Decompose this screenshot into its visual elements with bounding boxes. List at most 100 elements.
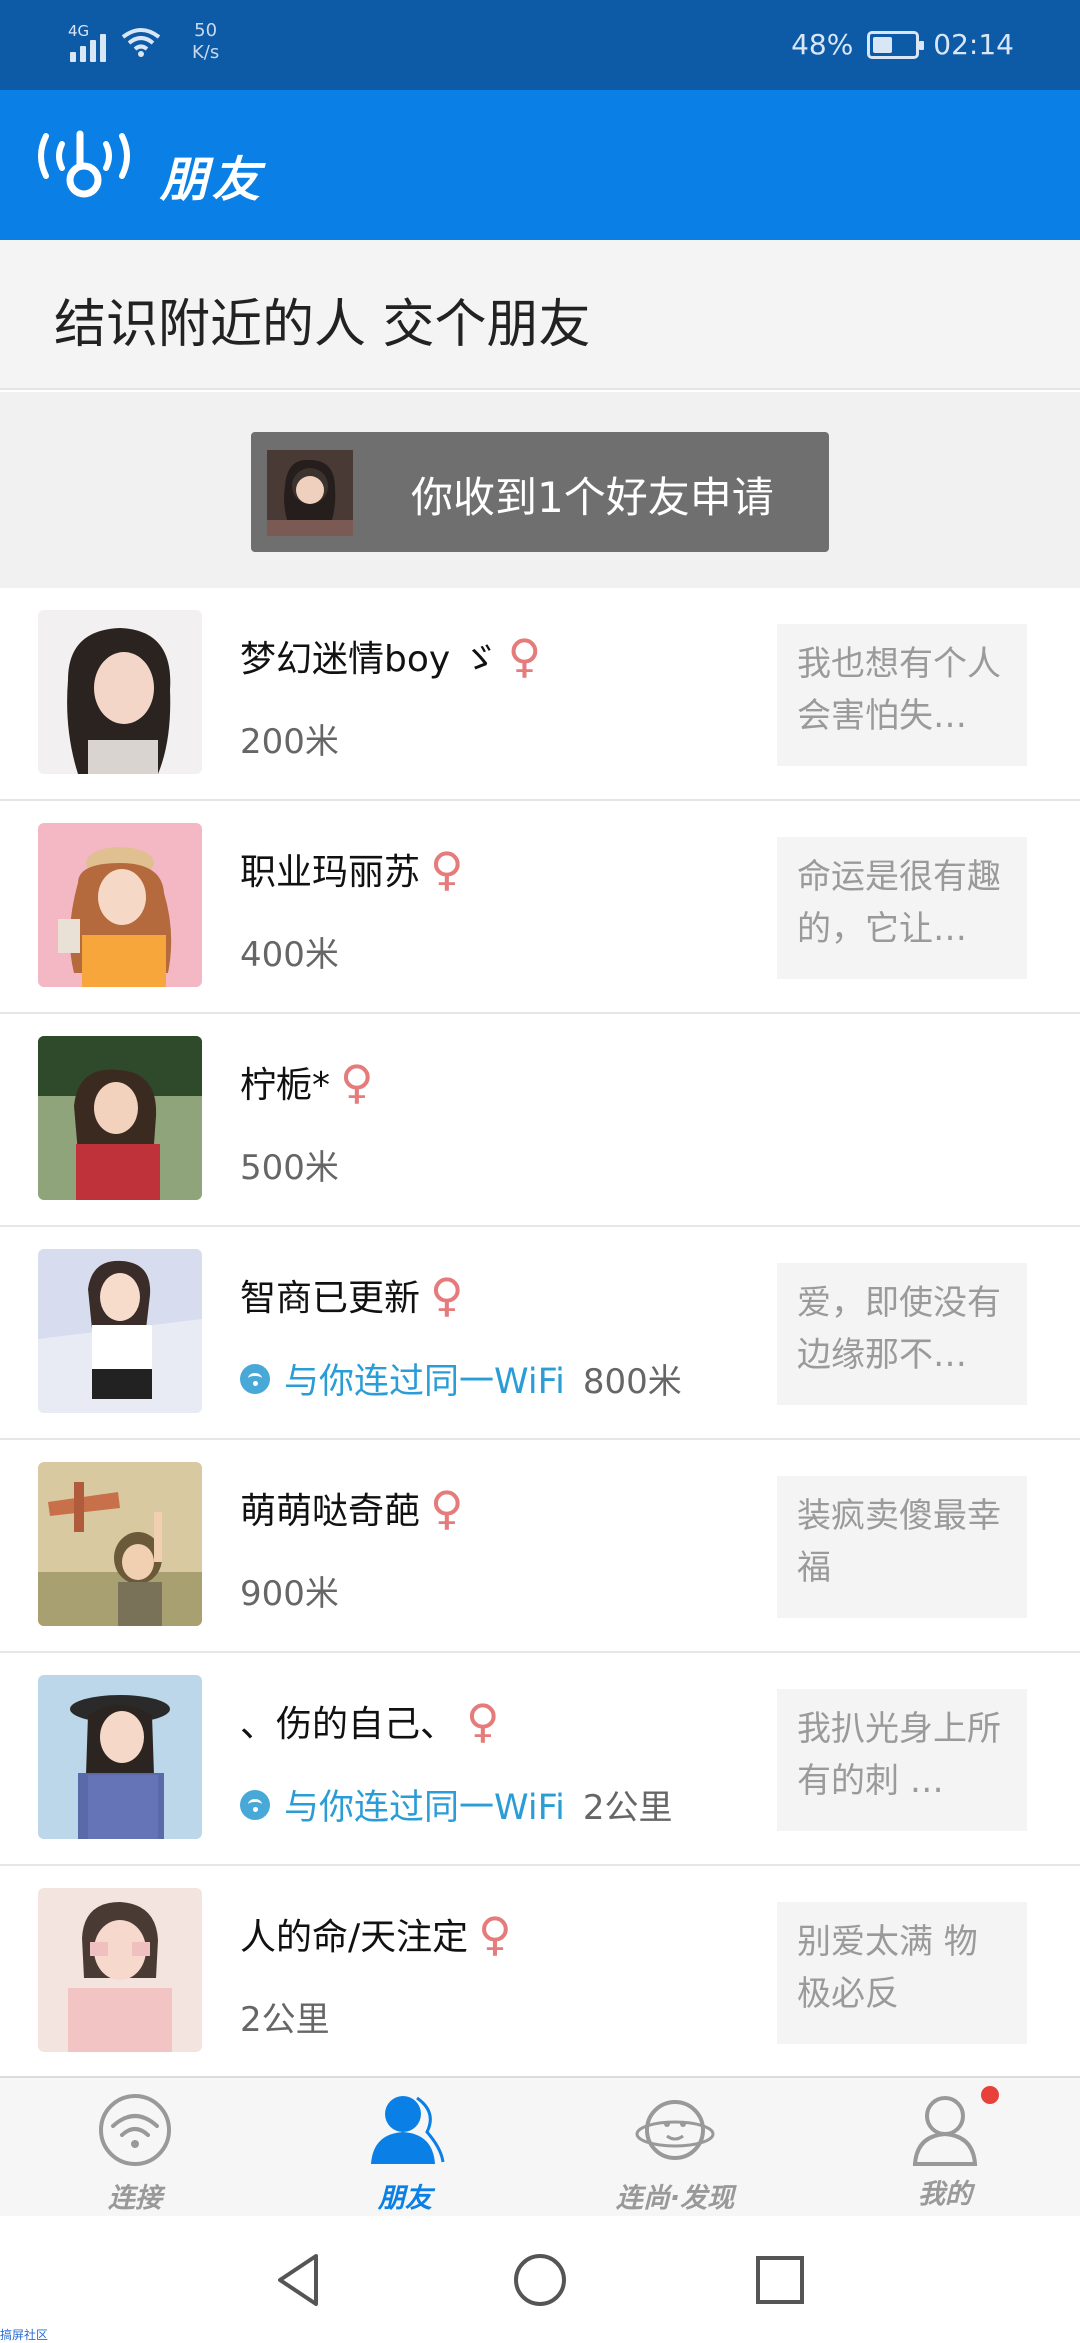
female-icon: ♀ (507, 629, 542, 683)
wifi-icon (99, 2094, 171, 2166)
female-icon: ♀ (430, 1268, 464, 1322)
person-name: 职业玛丽苏 (240, 852, 421, 893)
signature-bubble: 我扒光身上所有的刺 … (777, 1689, 1027, 1831)
person-name: 柠栀* (240, 1065, 331, 1106)
name-line: 智商已更新 ♀ (240, 1269, 464, 1321)
same-wifi-tag: 与你连过同一WiFi (240, 1353, 565, 1404)
same-wifi-tag: 与你连过同一WiFi (240, 1779, 565, 1830)
tab-discover[interactable]: 连尚·发现 (575, 2092, 775, 2214)
distance: 200米 (240, 722, 339, 762)
avatar[interactable] (38, 1675, 202, 1839)
tab-me[interactable]: 我的 (845, 2086, 1045, 2212)
female-icon: ♀ (430, 842, 464, 896)
person-row[interactable]: 、伤的自己、 ♀ 与你连过同一WiFi 2公里 我扒光身上所有的刺 … (0, 1653, 1080, 1866)
person-row[interactable]: 智商已更新 ♀ 与你连过同一WiFi 800米 爱，即使没有边缘那不… (0, 1227, 1080, 1440)
avatar[interactable] (38, 1249, 202, 1413)
wifi-status-icon (121, 28, 161, 57)
tab-label: 我的 (918, 2179, 972, 2210)
avatar[interactable] (38, 823, 202, 987)
intro-banner: 结识附近的人 交个朋友 (0, 240, 1080, 390)
friend-request-area: 你收到1个好友申请 (0, 392, 1080, 588)
name-line: 人的命/天注定 ♀ (240, 1908, 512, 1960)
person-row[interactable]: 梦幻迷情boy ゞ ♀ 200米 我也想有个人会害怕失… (0, 588, 1080, 801)
meta-line: 与你连过同一WiFi 800米 (240, 1353, 682, 1404)
request-avatar (267, 450, 353, 536)
meta-line: 900米 (240, 1566, 339, 1615)
female-icon: ♀ (466, 1694, 500, 1748)
distance: 900米 (240, 1574, 339, 1614)
network-type: 4G (68, 22, 90, 40)
avatar[interactable] (38, 1036, 202, 1200)
person-row[interactable]: 萌萌哒奇葩 ♀ 900米 装疯卖傻最幸福 (0, 1440, 1080, 1653)
wifi-badge-icon (240, 1789, 270, 1820)
signature-bubble: 装疯卖傻最幸福 (777, 1476, 1027, 1618)
status-bar: 4G 50 K/s 48% 02:14 (0, 0, 1080, 90)
watermark: 搞屏社区 (0, 2328, 49, 2342)
signal-icon: 4G (68, 22, 106, 62)
avatar[interactable] (38, 610, 202, 774)
bottom-nav: 连接 朋友 连尚·发现 我的 (0, 2076, 1080, 2216)
name-line: 萌萌哒奇葩 ♀ (240, 1482, 464, 1534)
clock: 02:14 (933, 28, 1014, 61)
name-line: 梦幻迷情boy ゞ ♀ (240, 630, 541, 682)
meta-line: 200米 (240, 714, 339, 763)
network-speed: 50 K/s (192, 20, 220, 63)
person-name: 智商已更新 (240, 1278, 421, 1319)
female-icon: ♀ (430, 1481, 464, 1535)
friend-request-label: 你收到1个好友申请 (411, 473, 774, 522)
intro-text: 结识附近的人 交个朋友 (54, 295, 591, 355)
same-wifi-label: 与你连过同一WiFi (284, 1788, 565, 1828)
page-title: 朋友 (160, 152, 265, 208)
signature-bubble: 爱，即使没有边缘那不… (777, 1263, 1027, 1405)
tab-label: 朋友 (378, 2183, 432, 2214)
user-outline-icon (912, 2096, 978, 2166)
distance: 800米 (582, 1362, 682, 1402)
same-wifi-label: 与你连过同一WiFi (284, 1362, 565, 1402)
person-name: 人的命/天注定 (240, 1917, 469, 1958)
battery-percent: 48% (791, 28, 854, 61)
distance: 400米 (240, 935, 339, 975)
person-row[interactable]: 人的命/天注定 ♀ 2公里 别爱太满 物极必反 (0, 1866, 1080, 2079)
signature-bubble: 命运是很有趣的，它让… (777, 837, 1027, 979)
person-row[interactable]: 柠栀* ♀ 500米 (0, 1014, 1080, 1227)
person-name: 梦幻迷情boy ゞ (240, 639, 498, 680)
person-row[interactable]: 职业玛丽苏 ♀ 400米 命运是很有趣的，它让… (0, 801, 1080, 1014)
tab-friends[interactable]: 朋友 (305, 2092, 505, 2214)
distance: 2公里 (240, 2000, 330, 2040)
meta-line: 400米 (240, 927, 339, 976)
person-name: 、伤的自己、 (240, 1704, 457, 1745)
name-line: 柠栀* ♀ (240, 1056, 374, 1108)
tab-connect[interactable]: 连接 (35, 2092, 235, 2214)
signature-bubble: 别爱太满 物极必反 (777, 1902, 1027, 2044)
distance: 2公里 (582, 1788, 673, 1828)
wifi-badge-icon (240, 1363, 270, 1394)
name-line: 、伤的自己、 ♀ (240, 1695, 500, 1747)
status-left: 4G 50 K/s (68, 20, 220, 64)
signature-bubble: 我也想有个人会害怕失… (777, 624, 1027, 766)
meta-line: 2公里 (240, 1992, 330, 2041)
system-nav-bar (0, 2216, 1080, 2340)
meta-line: 与你连过同一WiFi 2公里 (240, 1779, 673, 1830)
avatar[interactable] (38, 1462, 202, 1626)
user-outline-wrap (905, 2086, 999, 2168)
tab-label: 连尚·发现 (615, 2183, 735, 2214)
name-line: 职业玛丽苏 ♀ (240, 843, 464, 895)
wifi-key-logo-icon[interactable] (36, 126, 132, 206)
planet-face-icon (635, 2100, 715, 2160)
nearby-people-list: 梦幻迷情boy ゞ ♀ 200米 我也想有个人会害怕失… 职业玛丽苏 ♀ 400… (0, 588, 1080, 2079)
avatar[interactable] (38, 1888, 202, 2052)
person-icon (371, 2096, 445, 2164)
tab-label: 连接 (108, 2183, 162, 2214)
friend-request-button[interactable]: 你收到1个好友申请 (251, 432, 829, 552)
meta-line: 500米 (240, 1140, 339, 1189)
notification-dot (981, 2086, 999, 2104)
back-icon[interactable] (270, 2250, 330, 2310)
battery-icon (867, 30, 925, 59)
recents-icon[interactable] (750, 2250, 810, 2310)
home-icon[interactable] (510, 2250, 570, 2310)
distance: 500米 (240, 1148, 339, 1188)
status-right: 48% 02:14 (791, 28, 1014, 61)
female-icon: ♀ (478, 1907, 512, 1961)
female-icon: ♀ (340, 1055, 374, 1109)
person-name: 萌萌哒奇葩 (240, 1491, 421, 1532)
